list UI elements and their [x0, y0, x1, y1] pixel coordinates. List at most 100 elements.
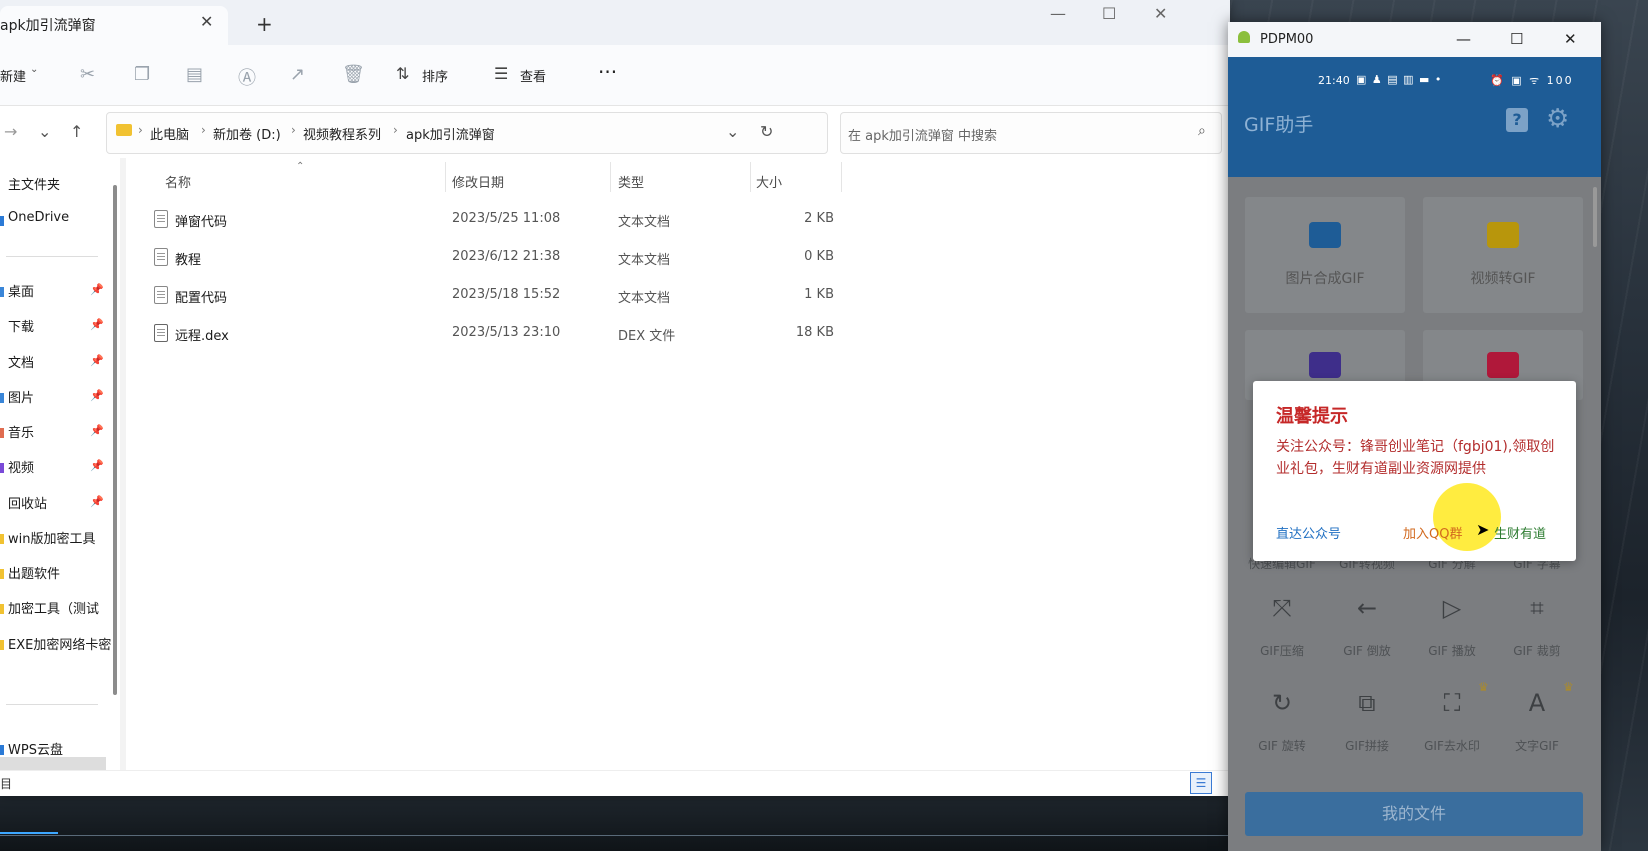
column-header-date[interactable]: 修改日期	[452, 172, 504, 191]
view-icon[interactable]: ☰	[494, 64, 508, 83]
sidebar-item-folder[interactable]: 加密工具（测试	[8, 598, 99, 617]
new-tab-button[interactable]: +	[256, 12, 273, 36]
pin-icon[interactable]: 📌	[90, 354, 104, 367]
grid-label[interactable]: GIF压缩	[1242, 642, 1322, 659]
phone-maximize-button[interactable]: ☐	[1510, 30, 1523, 48]
chevron-right-icon[interactable]: ›	[291, 123, 296, 137]
pin-icon[interactable]: 📌	[90, 459, 104, 472]
breadcrumb-video-series[interactable]: 视频教程系列	[303, 124, 381, 143]
cut-icon[interactable]: ✂	[80, 64, 95, 85]
text-file-icon	[154, 248, 168, 266]
close-tab-icon[interactable]: ✕	[200, 12, 213, 31]
breadcrumb-current[interactable]: apk加引流弹窗	[406, 124, 495, 143]
share-icon[interactable]: ↗	[290, 64, 305, 85]
grid-label[interactable]: GIF去水印	[1412, 737, 1492, 754]
pin-icon[interactable]: 📌	[90, 495, 104, 508]
close-window-button[interactable]: ✕	[1154, 4, 1167, 23]
minimize-button[interactable]: —	[1050, 4, 1066, 23]
sidebar-item-wps-cloud[interactable]: WPS云盘	[8, 739, 63, 758]
sidebar-item-downloads[interactable]: 下载	[8, 316, 34, 335]
nav-scrollbar[interactable]	[113, 185, 117, 695]
crop-icon[interactable]: ⌗	[1497, 594, 1577, 622]
maximize-button[interactable]: ☐	[1102, 4, 1116, 23]
column-header-type[interactable]: 类型	[618, 172, 644, 191]
file-name[interactable]: 弹窗代码	[175, 211, 227, 230]
sort-button[interactable]: 排序	[422, 66, 448, 85]
breadcrumb-drive[interactable]: 新加卷 (D:)	[213, 124, 281, 143]
card-video-to-gif[interactable]	[1423, 197, 1583, 313]
grid-label[interactable]: GIF 播放	[1412, 642, 1492, 659]
compress-icon[interactable]: ⤧	[1242, 594, 1322, 622]
view-button[interactable]: 查看	[520, 66, 546, 85]
column-separator[interactable]	[610, 162, 611, 192]
chevron-right-icon[interactable]: ›	[393, 123, 398, 137]
rotate-icon[interactable]: ↻	[1242, 689, 1322, 717]
sidebar-item-folder[interactable]: win版加密工具	[8, 528, 95, 547]
sidebar-item-onedrive[interactable]: OneDrive	[8, 210, 69, 225]
video-progress-bar[interactable]	[0, 832, 58, 834]
dex-file-icon	[154, 324, 168, 342]
phone-minimize-button[interactable]: —	[1456, 30, 1471, 48]
sidebar-item-documents[interactable]: 文档	[8, 352, 34, 371]
column-header-name[interactable]: 名称	[165, 172, 191, 191]
rename-icon[interactable]: Ⓐ	[238, 64, 256, 90]
reverse-icon[interactable]: ←	[1327, 594, 1407, 622]
grid-label[interactable]: 文字GIF	[1497, 737, 1577, 754]
sidebar-item-folder[interactable]: EXE加密网络卡密	[8, 634, 111, 653]
file-name[interactable]: 配置代码	[175, 287, 227, 306]
sidebar-item-pictures[interactable]: 图片	[8, 387, 34, 406]
recent-locations-icon[interactable]: ⌄	[38, 122, 51, 141]
file-name[interactable]: 远程.dex	[175, 325, 229, 344]
delete-icon[interactable]: 🗑	[342, 64, 365, 85]
more-options-button[interactable]: ···	[598, 60, 617, 84]
details-view-button[interactable]: ☰	[1190, 772, 1212, 794]
grid-label[interactable]: GIF 裁剪	[1497, 642, 1577, 659]
column-separator[interactable]	[841, 162, 842, 192]
sidebar-item-videos[interactable]: 视频	[8, 457, 34, 476]
sidebar-item-folder[interactable]: 出题软件	[8, 563, 60, 582]
file-name[interactable]: 教程	[175, 249, 201, 268]
column-separator[interactable]	[750, 162, 751, 192]
file-type: DEX 文件	[618, 329, 676, 344]
chevron-right-icon[interactable]: ›	[138, 123, 143, 137]
new-button[interactable]: 新建	[0, 66, 26, 85]
paste-icon[interactable]: ▤	[186, 64, 203, 85]
card-images-to-gif[interactable]	[1245, 197, 1405, 313]
column-header-size[interactable]: 大小	[756, 172, 782, 191]
sidebar-item-music[interactable]: 音乐	[8, 422, 34, 441]
grid-label[interactable]: GIF拼接	[1327, 737, 1407, 754]
play-icon[interactable]: ▷	[1412, 594, 1492, 622]
scyd-button[interactable]: 生财有道	[1494, 523, 1546, 542]
column-separator[interactable]	[445, 162, 446, 192]
file-date: 2023/5/25 11:08	[452, 211, 561, 226]
up-icon[interactable]: ↑	[70, 122, 83, 141]
official-account-button[interactable]: 直达公众号	[1276, 523, 1341, 542]
pin-icon[interactable]: 📌	[90, 283, 104, 296]
help-icon[interactable]: ?	[1506, 108, 1528, 132]
grid-label[interactable]: GIF 旋转	[1242, 737, 1322, 754]
grid-label[interactable]: GIF 倒放	[1327, 642, 1407, 659]
breadcrumb-this-pc[interactable]: 此电脑	[150, 124, 189, 143]
card-label: 视频转GIF	[1470, 271, 1536, 287]
copy-icon[interactable]: ❐	[134, 64, 150, 85]
my-files-button[interactable]: 我的文件	[1245, 792, 1583, 836]
pin-icon[interactable]: 📌	[90, 389, 104, 402]
tab-title[interactable]: apk加引流弹窗	[0, 15, 96, 35]
gear-icon[interactable]: ⚙	[1546, 104, 1569, 134]
refresh-icon[interactable]: ↻	[760, 122, 773, 141]
video-icon	[1487, 222, 1519, 248]
address-dropdown-icon[interactable]: ⌄	[726, 122, 739, 141]
forward-icon[interactable]: →	[4, 122, 17, 141]
pin-icon[interactable]: 📌	[90, 318, 104, 331]
sort-icon[interactable]: ⇅	[396, 64, 409, 83]
sidebar-item-home[interactable]: 主文件夹	[8, 174, 60, 193]
sidebar-item-recycle-bin[interactable]: 回收站	[8, 493, 47, 512]
search-icon[interactable]: ⌕	[1198, 123, 1206, 139]
join-icon[interactable]: ⧉	[1327, 689, 1407, 717]
sidebar-item-desktop[interactable]: 桌面	[8, 281, 34, 300]
phone-close-button[interactable]: ✕	[1564, 30, 1577, 48]
pin-icon[interactable]: 📌	[90, 424, 104, 437]
chevron-down-icon[interactable]: ⌄	[30, 64, 38, 75]
chevron-right-icon[interactable]: ›	[201, 123, 206, 137]
join-qq-group-button[interactable]: 加入QQ群	[1403, 523, 1462, 542]
